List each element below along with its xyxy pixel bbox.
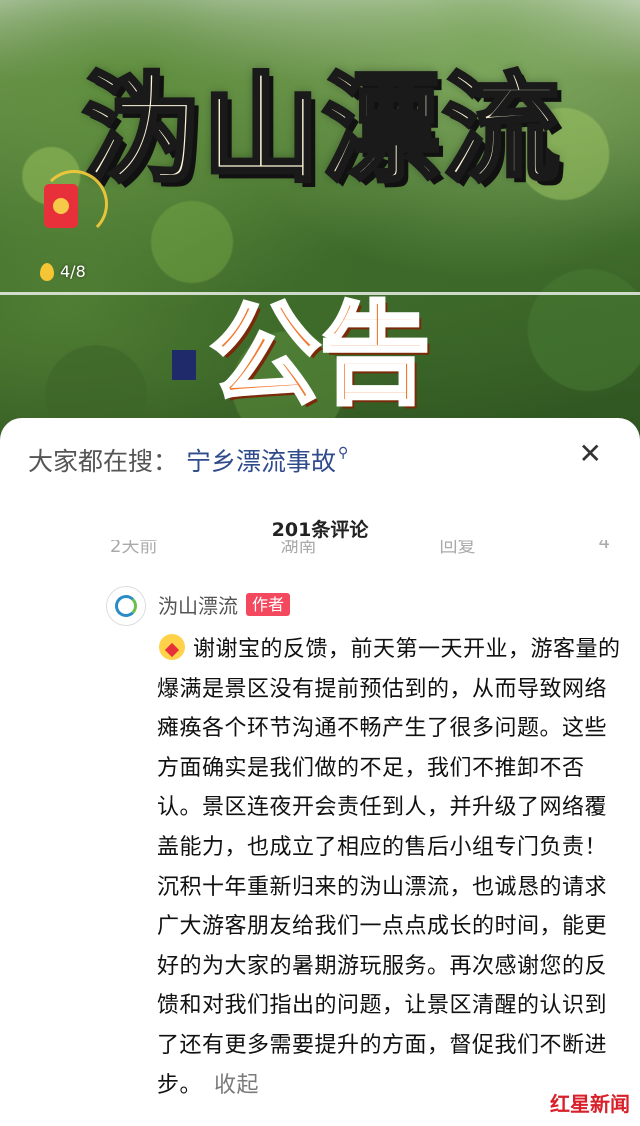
comment-text-content: 谢谢宝的反馈，前天第一天开业，游客量的爆满是景区没有提前预估到的，从而导致网络瘫… <box>157 637 621 1098</box>
video-player[interactable]: 沩山漂流 公告 4/8 <box>0 0 640 440</box>
coin-counter-label: 4/8 <box>60 262 86 281</box>
heart-face-emoji-icon <box>157 634 189 660</box>
previous-comment-meta: 2天前 湖南 回复 4 <box>110 540 610 556</box>
previous-comment-location: 湖南 <box>280 540 317 556</box>
red-packet-widget[interactable] <box>40 170 108 250</box>
trending-search-prefix: 大家都在搜： <box>28 447 179 476</box>
close-icon[interactable]: ✕ <box>579 440 602 468</box>
comment-text: 谢谢宝的反馈，前天第一天开业，游客量的爆满是景区没有提前预估到的，从而导致网络瘫… <box>157 630 627 1105</box>
video-subtitle-overlay: 公告 <box>208 291 432 419</box>
author-badge: 作者 <box>246 592 291 617</box>
previous-comment-time: 2天前 <box>110 540 158 556</box>
previous-comment-like-count[interactable]: 4 <box>599 540 610 553</box>
scenic-logo-icon <box>115 595 137 617</box>
golden-egg-icon <box>40 262 54 281</box>
coin-counter: 4/8 <box>40 262 86 281</box>
watermark-logo-text: 红星新闻 <box>550 1092 630 1116</box>
red-packet-icon <box>44 184 78 228</box>
comment-author-name[interactable]: 沩山漂流 <box>158 590 238 619</box>
coin-icon <box>53 198 69 214</box>
trending-search-bar: 大家都在搜： 宁乡漂流事故 ⚲ <box>28 442 348 478</box>
previous-comment-reply[interactable]: 回复 <box>440 540 476 556</box>
video-decoration <box>172 350 196 380</box>
avatar[interactable] <box>106 586 146 626</box>
news-watermark: 红星新闻 <box>550 1094 630 1116</box>
comment-author-row: 沩山漂流 作者 <box>158 590 291 619</box>
search-icon[interactable]: ⚲ <box>338 445 348 461</box>
comment-panel: 大家都在搜： 宁乡漂流事故 ⚲ ✕ 201条评论 2天前 湖南 回复 4 沩山漂… <box>0 418 640 1126</box>
video-title-overlay: 沩山漂流 <box>80 60 563 198</box>
comment-count-title: 201条评论 <box>271 519 369 541</box>
collapse-button[interactable]: 收起 <box>214 1073 259 1098</box>
trending-search-link[interactable]: 宁乡漂流事故 <box>186 442 336 478</box>
